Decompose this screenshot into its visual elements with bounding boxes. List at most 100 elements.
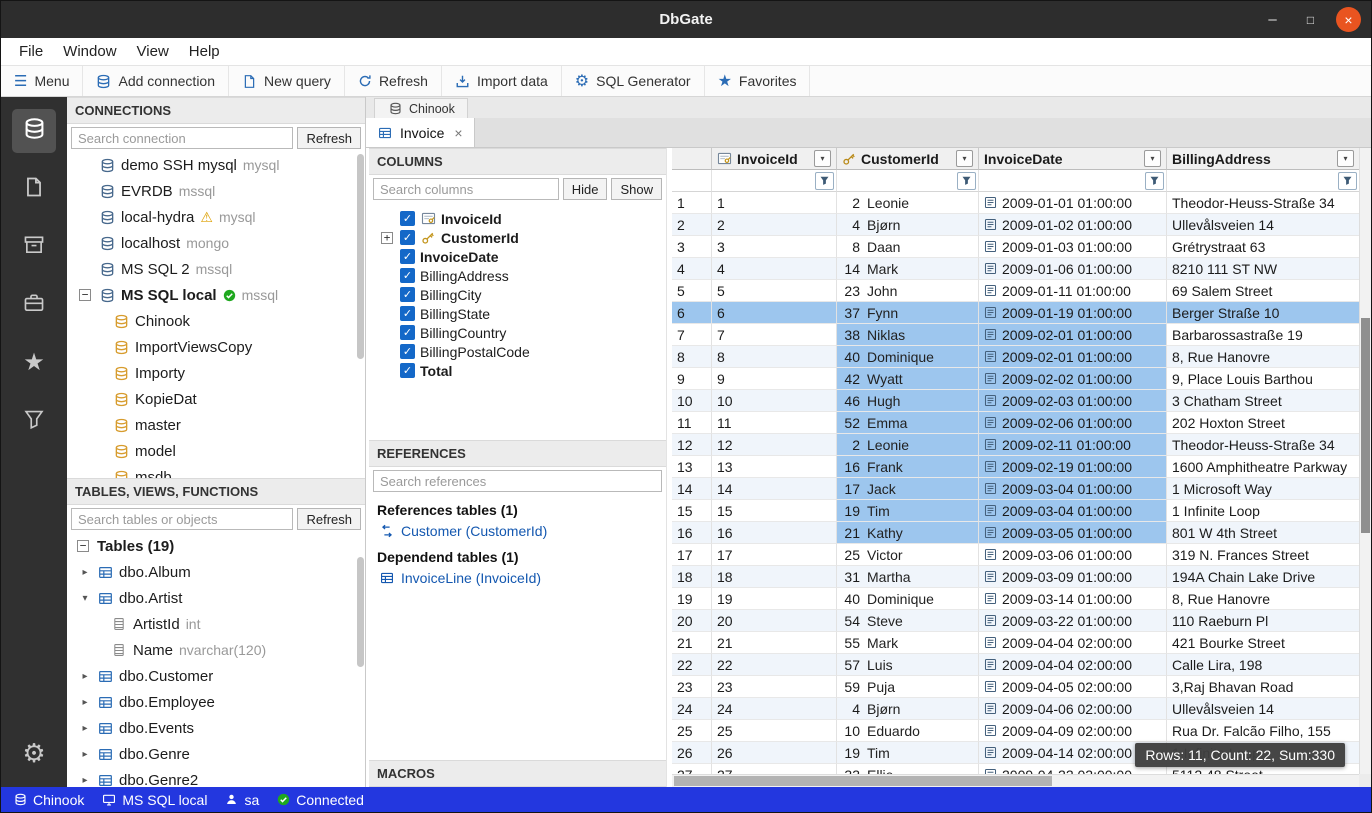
row-number-cell[interactable]: 21 <box>672 632 712 654</box>
cell-invoiceid[interactable]: 5 <box>712 280 837 302</box>
activity-archive[interactable] <box>12 225 56 269</box>
cell-customerid[interactable]: 55Mark <box>837 632 979 654</box>
column-toggle-invoiceid[interactable]: ✓InvoiceId <box>369 209 666 228</box>
cell-invoiceid[interactable]: 6 <box>712 302 837 324</box>
column-menu-dropdown-icon[interactable]: ▾ <box>1337 150 1354 167</box>
cell-invoicedate[interactable]: 2009-01-06 01:00:00 <box>979 258 1167 280</box>
cell-invoicedate[interactable]: 2009-01-11 01:00:00 <box>979 280 1167 302</box>
cell-customerid[interactable]: 10Eduardo <box>837 720 979 742</box>
cell-invoiceid[interactable]: 1 <box>712 192 837 214</box>
row-number-cell[interactable]: 22 <box>672 654 712 676</box>
cell-invoicedate[interactable]: 2009-01-01 01:00:00 <box>979 192 1167 214</box>
tree-item-dbo-employee[interactable]: ▸dbo.Employee <box>67 689 365 715</box>
column-header-customerid[interactable]: CustomerId▾ <box>837 148 979 170</box>
row-number-cell[interactable]: 12 <box>672 434 712 456</box>
statusbar-status[interactable]: Connected <box>268 792 373 808</box>
connection-item-ms-sql-local[interactable]: −MS SQL localmssql <box>67 282 365 308</box>
cell-invoiceid[interactable]: 12 <box>712 434 837 456</box>
grid-horizontal-scrollbar[interactable] <box>672 774 1359 787</box>
cell-billingaddress[interactable]: 1 Microsoft Way <box>1167 478 1359 500</box>
cell-invoiceid[interactable]: 22 <box>712 654 837 676</box>
cell-billingaddress[interactable]: 3,Raj Bhavan Road <box>1167 676 1359 698</box>
filter-input-invoiceid[interactable] <box>714 171 813 190</box>
connection-item-demo-ssh-mysql[interactable]: demo SSH mysqlmysql <box>67 152 365 178</box>
tab-close-icon[interactable]: × <box>454 125 462 141</box>
cell-invoicedate[interactable]: 2009-03-06 01:00:00 <box>979 544 1167 566</box>
column-header-invoicedate[interactable]: InvoiceDate▾ <box>979 148 1167 170</box>
cell-invoicedate[interactable]: 2009-02-06 01:00:00 <box>979 412 1167 434</box>
row-number-cell[interactable]: 20 <box>672 610 712 632</box>
column-header-billingaddress[interactable]: BillingAddress▾ <box>1167 148 1359 170</box>
tables-search-input[interactable] <box>71 508 293 530</box>
row-number-cell[interactable]: 23 <box>672 676 712 698</box>
activity-history[interactable] <box>12 283 56 327</box>
cell-invoiceid[interactable]: 23 <box>712 676 837 698</box>
cell-billingaddress[interactable]: 69 Salem Street <box>1167 280 1359 302</box>
column-menu-dropdown-icon[interactable]: ▾ <box>1144 150 1161 167</box>
menu-window[interactable]: Window <box>53 40 126 63</box>
cell-invoiceid[interactable]: 11 <box>712 412 837 434</box>
cell-customerid[interactable]: 17Jack <box>837 478 979 500</box>
filter-funnel-icon[interactable] <box>1145 172 1164 190</box>
column-menu-dropdown-icon[interactable]: ▾ <box>956 150 973 167</box>
connection-search-input[interactable] <box>71 127 293 149</box>
cell-customerid[interactable]: 40Dominique <box>837 588 979 610</box>
cell-invoicedate[interactable]: 2009-02-01 01:00:00 <box>979 324 1167 346</box>
row-number-cell[interactable]: 18 <box>672 566 712 588</box>
activity-filters[interactable] <box>12 399 56 443</box>
cell-invoiceid[interactable]: 16 <box>712 522 837 544</box>
scrollbar-thumb[interactable] <box>357 154 364 359</box>
cell-customerid[interactable]: 19Tim <box>837 742 979 764</box>
cell-billingaddress[interactable]: 194A Chain Lake Drive <box>1167 566 1359 588</box>
row-number-cell[interactable]: 4 <box>672 258 712 280</box>
cell-invoicedate[interactable]: 2009-04-04 02:00:00 <box>979 654 1167 676</box>
connection-item-ms-sql-2[interactable]: MS SQL 2mssql <box>67 256 365 282</box>
row-number-cell[interactable]: 15 <box>672 500 712 522</box>
row-number-cell[interactable]: 2 <box>672 214 712 236</box>
menu-file[interactable]: File <box>9 40 53 63</box>
row-number-cell[interactable]: 27 <box>672 764 712 774</box>
database-group-tab[interactable]: Chinook <box>374 98 468 118</box>
filter-funnel-icon[interactable] <box>957 172 976 190</box>
cell-billingaddress[interactable]: 8210 111 ST NW <box>1167 258 1359 280</box>
cell-invoicedate[interactable]: 2009-02-11 01:00:00 <box>979 434 1167 456</box>
row-number-cell[interactable]: 7 <box>672 324 712 346</box>
columns-search-input[interactable] <box>373 178 559 200</box>
statusbar-user[interactable]: sa <box>216 792 268 808</box>
row-number-cell[interactable]: 14 <box>672 478 712 500</box>
statusbar-connection[interactable]: MS SQL local <box>93 792 216 808</box>
tables-refresh-button[interactable]: Refresh <box>297 508 361 530</box>
cell-billingaddress[interactable]: Barbarossastraße 19 <box>1167 324 1359 346</box>
cell-billingaddress[interactable]: 8, Rue Hanovre <box>1167 346 1359 368</box>
chevron-right-icon[interactable]: ▸ <box>79 723 91 734</box>
cell-invoicedate[interactable]: 2009-03-22 01:00:00 <box>979 610 1167 632</box>
cell-invoiceid[interactable]: 21 <box>712 632 837 654</box>
row-number-cell[interactable]: 11 <box>672 412 712 434</box>
column-toggle-billingstate[interactable]: ✓BillingState <box>369 304 666 323</box>
checkbox-checked-icon[interactable]: ✓ <box>400 230 415 245</box>
cell-invoicedate[interactable]: 2009-04-09 02:00:00 <box>979 720 1167 742</box>
cell-billingaddress[interactable]: 3 Chatham Street <box>1167 390 1359 412</box>
cell-customerid[interactable]: 2Leonie <box>837 192 979 214</box>
toolbar-new-query[interactable]: New query <box>229 66 345 96</box>
cell-invoiceid[interactable]: 8 <box>712 346 837 368</box>
grid-vertical-scrollbar[interactable] <box>1359 148 1371 774</box>
cell-invoicedate[interactable]: 2009-04-04 02:00:00 <box>979 632 1167 654</box>
cell-invoicedate[interactable]: 2009-02-02 01:00:00 <box>979 368 1167 390</box>
column-toggle-billingpostalcode[interactable]: ✓BillingPostalCode <box>369 342 666 361</box>
tree-item-tables-19[interactable]: −Tables (19) <box>67 533 365 559</box>
collapse-expander-icon[interactable]: − <box>79 289 91 301</box>
cell-billingaddress[interactable]: 110 Raeburn Pl <box>1167 610 1359 632</box>
database-item-importy[interactable]: Importy <box>67 360 365 386</box>
cell-invoicedate[interactable]: 2009-03-09 01:00:00 <box>979 566 1167 588</box>
checkbox-checked-icon[interactable]: ✓ <box>400 344 415 359</box>
expand-expander-icon[interactable]: + <box>381 232 393 244</box>
connection-item-local-hydra[interactable]: local-hydra⚠mysql <box>67 204 365 230</box>
cell-billingaddress[interactable]: 319 N. Frances Street <box>1167 544 1359 566</box>
statusbar-database[interactable]: Chinook <box>5 792 93 808</box>
filter-input-billingaddress[interactable] <box>1169 171 1336 190</box>
cell-billingaddress[interactable]: Ullevålsveien 14 <box>1167 698 1359 720</box>
toolbar-menu[interactable]: ☰Menu <box>1 66 83 96</box>
row-number-cell[interactable]: 19 <box>672 588 712 610</box>
row-number-cell[interactable]: 5 <box>672 280 712 302</box>
